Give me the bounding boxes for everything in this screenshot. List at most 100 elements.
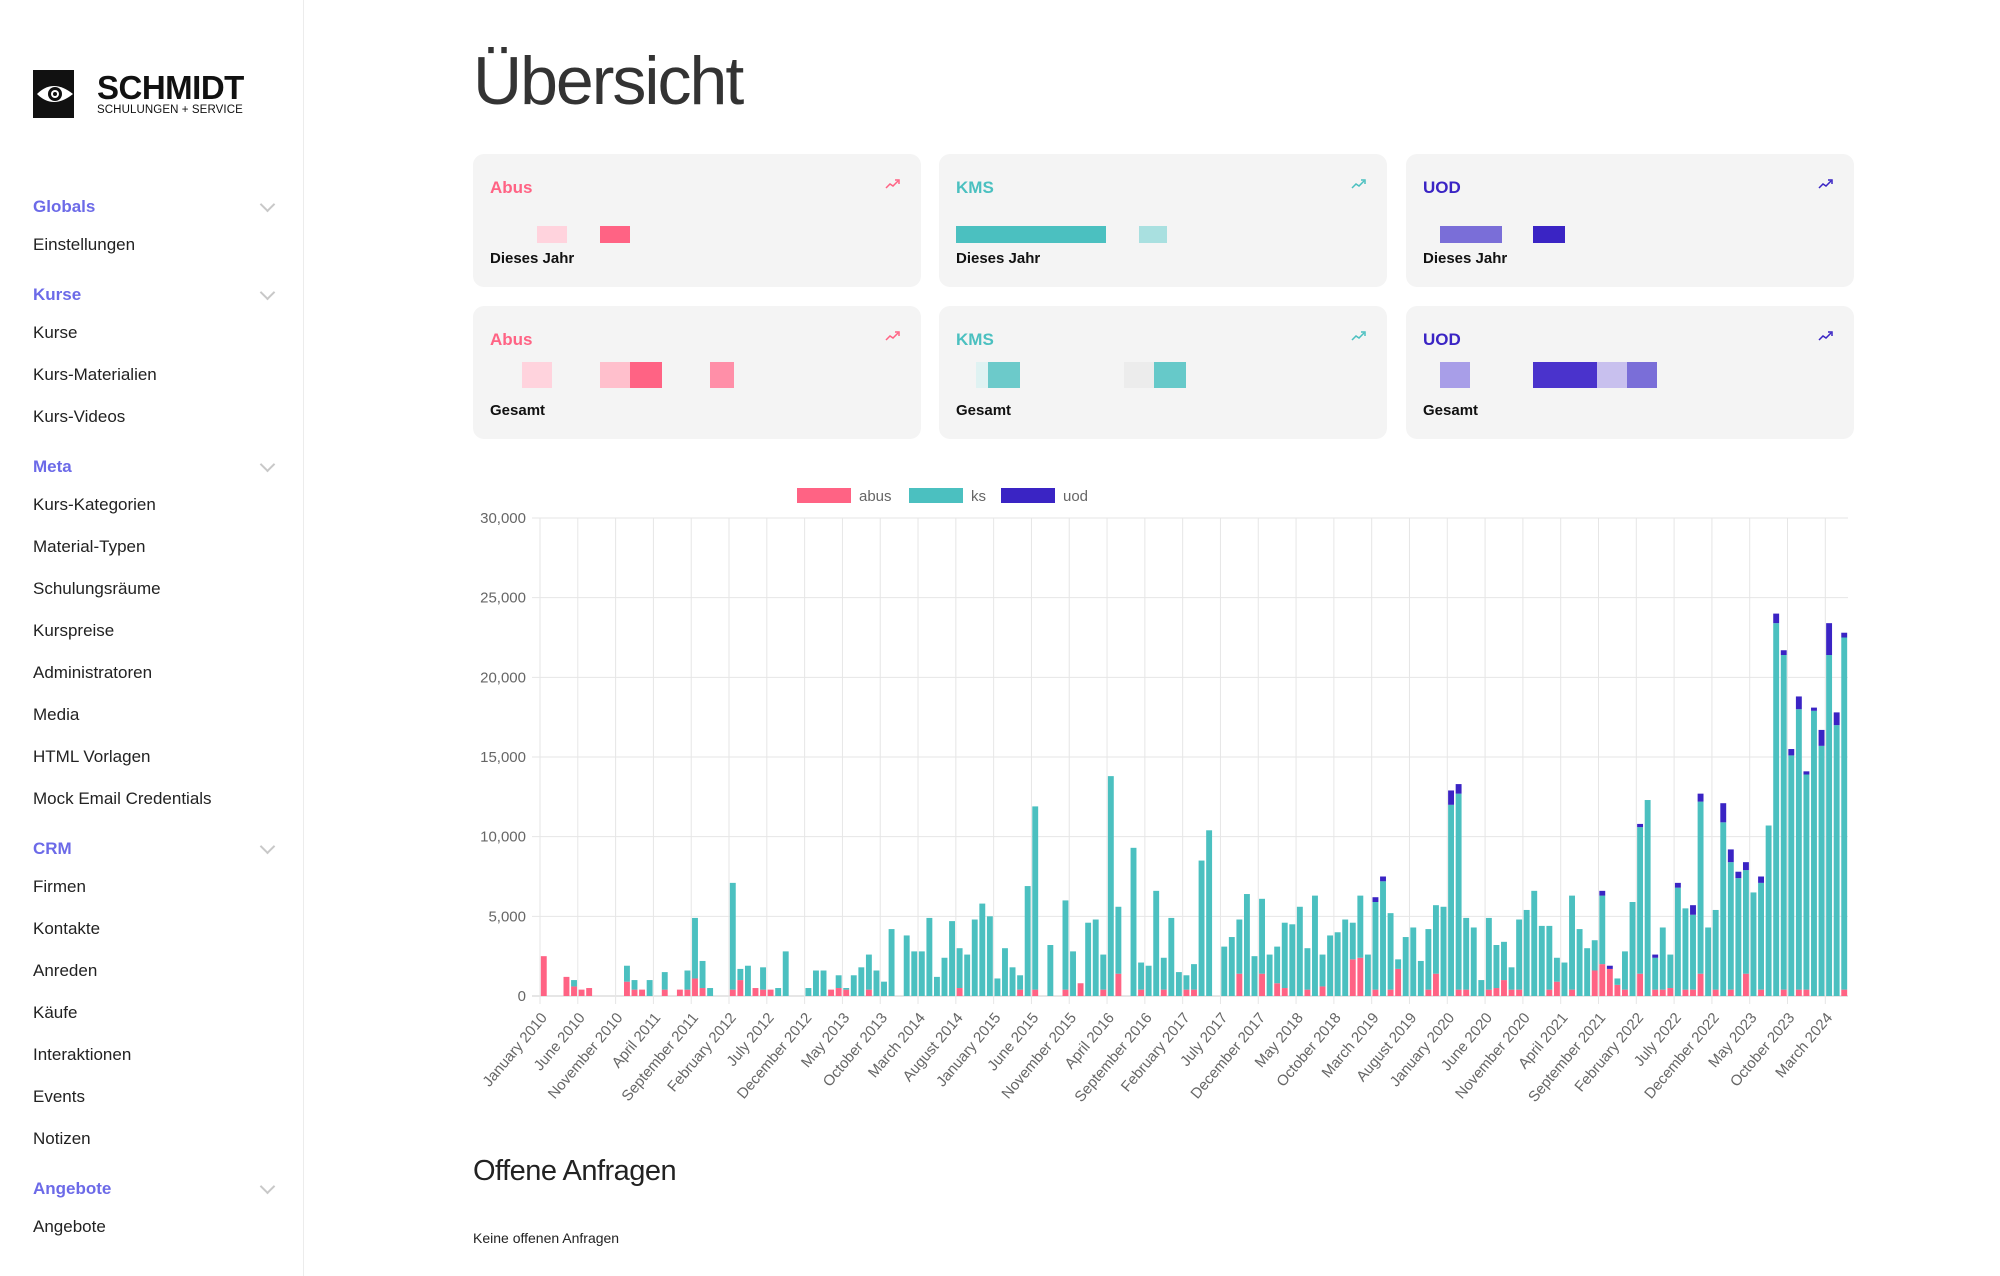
- bar-ks[interactable]: [888, 929, 895, 996]
- bar-ks[interactable]: [903, 935, 910, 996]
- bar-abus[interactable]: [661, 989, 668, 996]
- bar-ks[interactable]: [1153, 890, 1160, 996]
- bar-abus[interactable]: [699, 988, 706, 996]
- bar-ks[interactable]: [737, 968, 744, 981]
- bar-ks[interactable]: [1372, 901, 1379, 990]
- bar-ks[interactable]: [1274, 946, 1281, 984]
- nav-group-header-globals[interactable]: Globals: [33, 190, 278, 224]
- bar-ks[interactable]: [881, 981, 887, 996]
- bar-ks[interactable]: [1138, 962, 1145, 990]
- bar-ks[interactable]: [1659, 927, 1666, 990]
- bar-abus[interactable]: [631, 989, 638, 996]
- bar-ks[interactable]: [1168, 917, 1175, 996]
- bar-ks[interactable]: [1085, 922, 1092, 996]
- bar-abus[interactable]: [828, 989, 835, 996]
- bar-abus[interactable]: [1659, 989, 1666, 996]
- bar-abus[interactable]: [1432, 973, 1439, 996]
- bar-ks[interactable]: [1017, 975, 1024, 990]
- bar-uod[interactable]: [1637, 823, 1644, 828]
- chevron-down-icon[interactable]: [259, 196, 276, 212]
- bar-abus[interactable]: [1017, 989, 1024, 996]
- bar-ks[interactable]: [1833, 725, 1840, 996]
- bar-ks[interactable]: [813, 970, 819, 996]
- bar-ks[interactable]: [1417, 960, 1424, 996]
- bar-abus[interactable]: [1622, 989, 1628, 996]
- bar-ks[interactable]: [1024, 886, 1031, 996]
- bar-abus[interactable]: [1690, 989, 1696, 996]
- bar-abus[interactable]: [563, 976, 570, 996]
- bar-ks[interactable]: [1312, 895, 1318, 996]
- sidebar-item-notizen[interactable]: Notizen: [33, 1118, 278, 1160]
- bar-ks[interactable]: [1062, 900, 1069, 990]
- bar-uod[interactable]: [1735, 871, 1742, 879]
- bar-abus[interactable]: [843, 989, 850, 996]
- bar-abus[interactable]: [1281, 988, 1288, 996]
- bar-abus[interactable]: [1501, 980, 1507, 996]
- sidebar-item-administratoren[interactable]: Administratoren: [33, 652, 278, 694]
- bar-ks[interactable]: [1803, 774, 1810, 990]
- bar-abus[interactable]: [1553, 981, 1560, 996]
- bar-abus[interactable]: [1569, 989, 1575, 996]
- bar-abus[interactable]: [1274, 983, 1281, 996]
- bar-ks[interactable]: [1236, 919, 1243, 974]
- bar-ks[interactable]: [858, 967, 865, 996]
- bar-ks[interactable]: [835, 975, 842, 989]
- bar-ks[interactable]: [623, 965, 630, 982]
- legend-label-ks[interactable]: ks: [971, 488, 986, 505]
- bar-ks[interactable]: [1191, 964, 1197, 990]
- bar-ks[interactable]: [1788, 755, 1795, 996]
- legend-swatch-abus[interactable]: [797, 488, 851, 503]
- bar-abus[interactable]: [571, 986, 577, 996]
- bar-ks[interactable]: [661, 972, 668, 990]
- bar-ks[interactable]: [964, 954, 971, 996]
- bar-ks[interactable]: [1599, 895, 1606, 965]
- bar-ks[interactable]: [994, 978, 1001, 996]
- bar-uod[interactable]: [1833, 712, 1840, 726]
- sidebar-item-kontakte[interactable]: Kontakte: [33, 908, 278, 950]
- bar-ks[interactable]: [1682, 908, 1689, 990]
- bar-ks[interactable]: [933, 976, 940, 996]
- bar-abus[interactable]: [692, 978, 698, 996]
- bar-ks[interactable]: [1455, 793, 1462, 990]
- bar-ks[interactable]: [775, 988, 782, 996]
- bar-ks[interactable]: [1183, 975, 1190, 990]
- bar-abus[interactable]: [586, 988, 593, 996]
- bar-ks[interactable]: [1780, 655, 1787, 990]
- bar-abus[interactable]: [760, 989, 766, 996]
- bar-ks[interactable]: [1485, 917, 1492, 990]
- bar-abus[interactable]: [767, 989, 774, 996]
- bar-uod[interactable]: [1818, 729, 1825, 746]
- bar-ks[interactable]: [1228, 937, 1235, 996]
- bar-ks[interactable]: [1463, 917, 1470, 990]
- nav-group-header-crm[interactable]: CRM: [33, 832, 278, 866]
- legend-swatch-uod[interactable]: [1001, 488, 1055, 503]
- bar-ks[interactable]: [873, 970, 880, 996]
- bar-ks[interactable]: [760, 967, 766, 990]
- bar-abus[interactable]: [1485, 989, 1492, 996]
- bar-ks[interactable]: [1410, 927, 1417, 996]
- bar-ks[interactable]: [1742, 870, 1749, 974]
- bar-ks[interactable]: [1508, 967, 1515, 990]
- bar-uod[interactable]: [1727, 849, 1734, 863]
- bar-ks[interactable]: [744, 965, 751, 996]
- bar-ks[interactable]: [1773, 623, 1780, 996]
- sidebar-item-material-typen[interactable]: Material-Typen: [33, 526, 278, 568]
- bar-ks[interactable]: [692, 917, 698, 979]
- bar-ks[interactable]: [1319, 954, 1326, 987]
- bar-abus[interactable]: [1493, 988, 1500, 996]
- bar-ks[interactable]: [1364, 954, 1371, 996]
- bar-uod[interactable]: [1652, 954, 1659, 958]
- bar-ks[interactable]: [1795, 709, 1802, 990]
- bar-ks[interactable]: [1100, 954, 1107, 990]
- bar-abus[interactable]: [1546, 989, 1553, 996]
- bar-ks[interactable]: [941, 957, 948, 996]
- bar-abus[interactable]: [956, 988, 963, 996]
- bar-ks[interactable]: [986, 916, 993, 996]
- bar-ks[interactable]: [1145, 965, 1152, 996]
- bar-ks[interactable]: [1206, 830, 1213, 996]
- bar-ks[interactable]: [1697, 801, 1704, 974]
- bar-ks[interactable]: [1720, 822, 1727, 996]
- bar-ks[interactable]: [1266, 954, 1273, 996]
- bar-ks[interactable]: [1584, 948, 1591, 996]
- bar-abus[interactable]: [1236, 973, 1243, 996]
